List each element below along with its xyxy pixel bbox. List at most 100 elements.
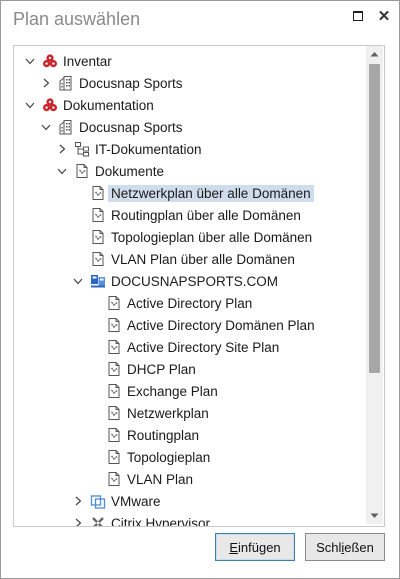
vmware-icon [90,493,106,509]
tree-node[interactable]: Docusnap Sports [40,72,183,94]
toggle-spacer [88,429,100,441]
close-icon: ✕ [377,8,391,25]
tree-node[interactable]: Citrix Hypervisor [72,512,211,527]
tree-node[interactable]: Active Directory Plan [88,292,252,314]
tree-node[interactable]: VLAN Plan [88,468,193,490]
tree-node-label: Netzwerkplan [127,405,209,421]
database-red-icon [42,53,58,69]
insert-label: infügen [238,539,281,555]
chevron-down-icon[interactable] [56,165,68,177]
maximize-button[interactable] [348,7,368,25]
tree-node[interactable]: Netzwerkplan über alle Domänen [72,182,314,204]
document-icon [90,251,106,267]
chevron-right-icon[interactable] [72,495,84,507]
tree-node-label: Dokumente [95,163,165,179]
tree-node-label: VLAN Plan über alle Domänen [111,251,295,267]
tree-node-label: Netzwerkplan über alle Domänen [108,184,314,202]
maximize-icon [353,11,363,21]
toggle-spacer [88,385,100,397]
chevron-down-icon[interactable] [40,121,52,133]
tree-node-label: DHCP Plan [127,361,196,377]
insert-mnemonic: E [229,539,238,555]
toggle-spacer [88,319,100,331]
tree-node[interactable]: Netzwerkplan [88,402,209,424]
vertical-scrollbar[interactable] [366,46,383,524]
tree-node-label: VMware [111,493,161,509]
tree-node-label: Citrix Hypervisor [111,515,211,527]
toggle-spacer [88,297,100,309]
tree-node-label: Active Directory Site Plan [127,339,280,355]
chevron-down-icon[interactable] [72,275,84,287]
close-dialog-button[interactable]: Schl i eßen [305,533,385,561]
tree-node[interactable]: VMware [72,490,161,512]
tree-node-label: Topologieplan [127,449,211,465]
toggle-spacer [72,231,84,243]
tree-node[interactable]: Topologieplan [88,446,210,468]
toggle-spacer [72,253,84,265]
close-label-pre: Schl [316,539,342,555]
tree-node[interactable]: Exchange Plan [88,380,218,402]
tree-node-label: Routingplan [127,427,200,443]
tree-node-label: Exchange Plan [127,383,218,399]
tree-node-label: Docusnap Sports [79,119,183,135]
building-icon [58,75,74,91]
tree-node[interactable]: IT-Dokumentation [56,138,202,160]
document-icon [106,339,122,355]
tree-node-label: VLAN Plan [127,471,194,487]
building-icon [58,119,74,135]
chevron-down-icon[interactable] [24,99,36,111]
tree-node-label: Active Directory Plan [127,295,253,311]
document-icon [106,449,122,465]
toggle-spacer [72,209,84,221]
tree-node-label: IT-Dokumentation [95,141,202,157]
document-icon [106,295,122,311]
tree-node-label: Docusnap Sports [79,75,183,91]
citrix-icon [90,515,106,526]
tree-node[interactable]: Routingplan über alle Domänen [72,204,301,226]
database-red-icon [42,97,58,113]
scrollbar-thumb[interactable] [369,64,380,373]
chevron-down-icon[interactable] [24,55,36,67]
tree-node[interactable]: Inventar [24,50,112,72]
window-title: Plan auswählen [13,9,141,29]
tree-node-label: Topologieplan über alle Domänen [111,229,313,245]
tree-node[interactable]: Active Directory Site Plan [88,336,279,358]
tree-node[interactable]: Docusnap Sports [40,116,183,138]
document-icon [90,207,106,223]
tree-node[interactable]: Topologieplan über alle Domänen [72,226,312,248]
tree-node-label: DOCUSNAPSPORTS.COM [111,273,279,289]
tree-node[interactable]: Active Directory Domänen Plan [88,314,315,336]
toggle-spacer [88,451,100,463]
document-icon [106,383,122,399]
tree-node[interactable]: Dokumentation [24,94,154,116]
tree-node[interactable]: Dokumente [56,160,164,182]
close-label-rest: eßen [344,539,374,555]
toggle-spacer [72,187,84,199]
tree-node[interactable]: VLAN Plan über alle Domänen [72,248,295,270]
domain-icon [90,273,106,289]
document-icon [74,163,90,179]
document-icon [90,185,106,201]
document-icon [90,229,106,245]
toggle-spacer [88,341,100,353]
close-button[interactable]: ✕ [374,7,394,25]
tree-node[interactable]: Routingplan [88,424,199,446]
plan-tree[interactable]: Inventar Docusnap Sports Dokumentation Docu… [13,45,385,527]
tree-node[interactable]: DOCUSNAPSPORTS.COM [72,270,278,292]
scroll-down-arrow-icon[interactable] [366,508,383,524]
tree-node-label: Routingplan über alle Domänen [111,207,301,223]
network-tree-icon [74,141,90,157]
tree-node-label: Inventar [63,53,112,69]
chevron-right-icon[interactable] [56,143,68,155]
tree-node[interactable]: DHCP Plan [88,358,196,380]
toggle-spacer [88,363,100,375]
chevron-right-icon[interactable] [72,517,84,526]
insert-button[interactable]: Einfügen [215,533,295,561]
title-bar: Plan auswählen ✕ [1,1,399,39]
document-icon [106,361,122,377]
dialog-window: Plan auswählen ✕ Inventar Docusnap Sports… [0,0,400,579]
chevron-right-icon[interactable] [40,77,52,89]
scroll-up-arrow-icon[interactable] [366,46,383,62]
document-icon [106,471,122,487]
tree-node-label: Dokumentation [63,97,154,113]
